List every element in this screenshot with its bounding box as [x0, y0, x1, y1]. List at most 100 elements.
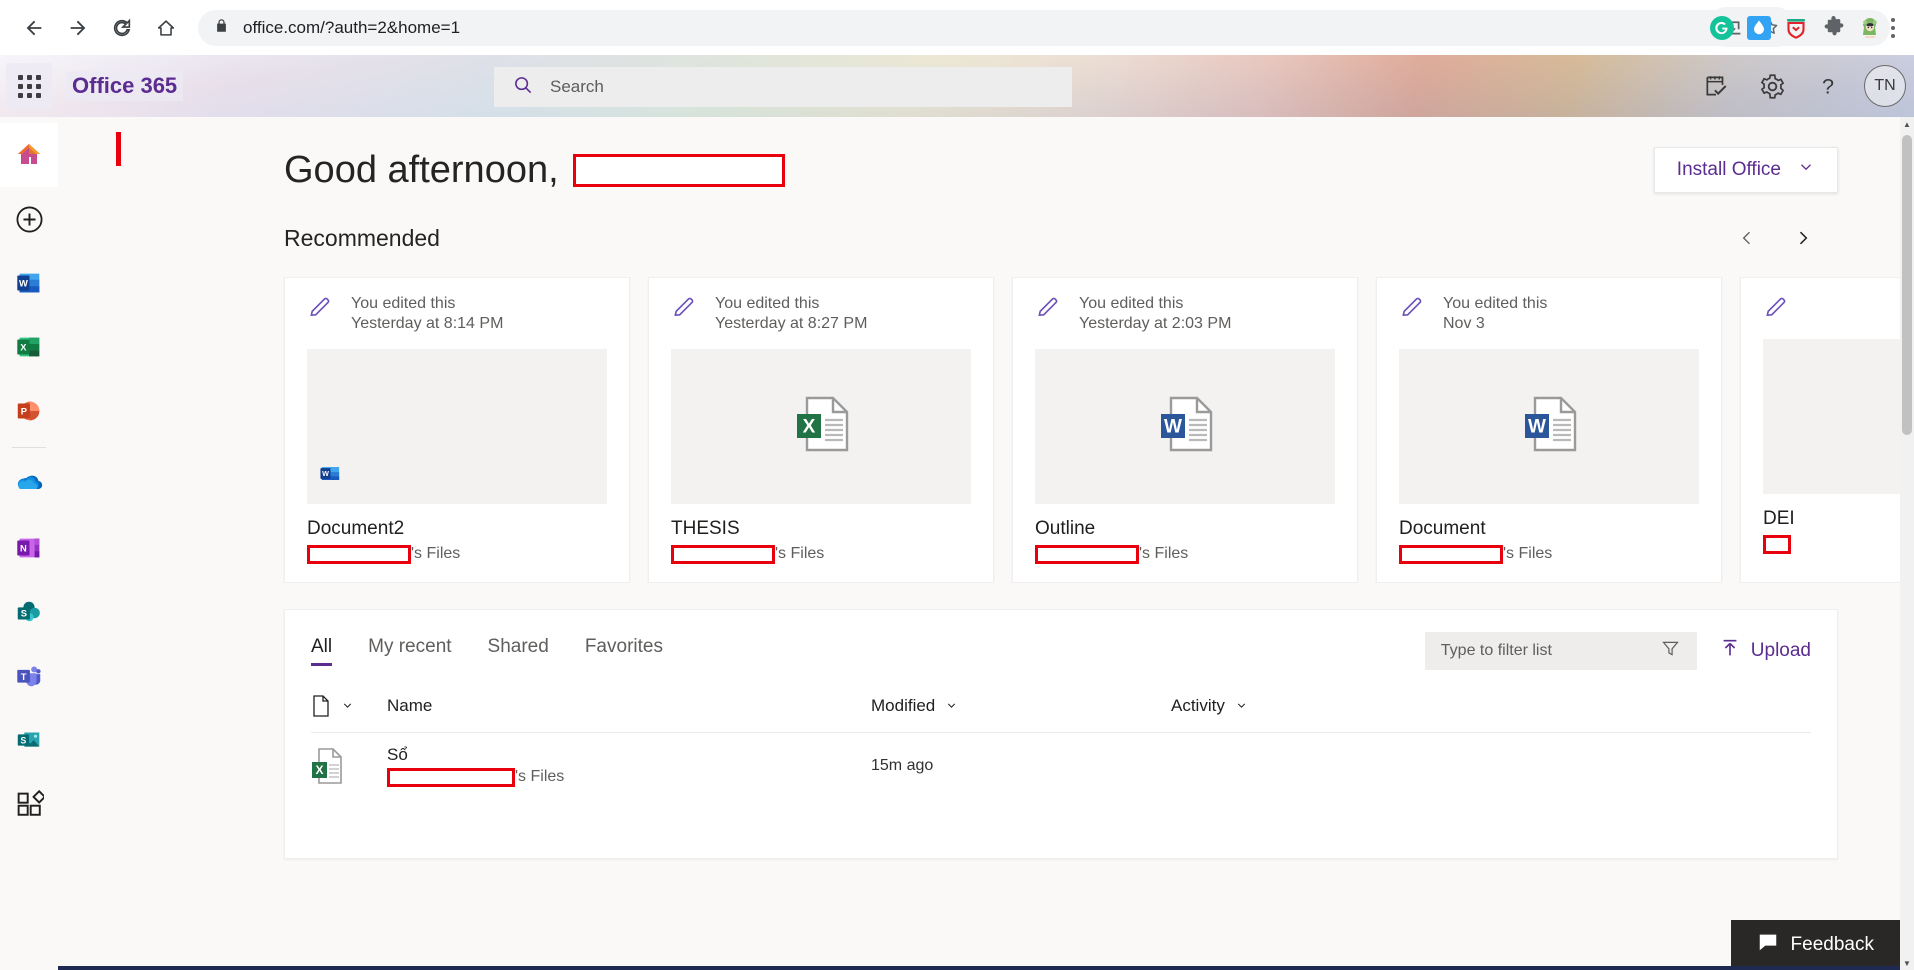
recommended-header-row: Recommended: [58, 193, 1900, 255]
svg-text:T: T: [21, 672, 27, 682]
carousel-next-button[interactable]: [1786, 221, 1820, 255]
column-file-type[interactable]: [311, 694, 387, 718]
rail-divider: [12, 447, 46, 448]
word-file-thumbnail-icon: W: [1501, 376, 1597, 477]
column-activity[interactable]: Activity: [1171, 696, 1371, 716]
sidebar-item-excel[interactable]: X: [0, 315, 58, 379]
browser-toolbar: office.com/?auth=2&home=1: [0, 0, 1914, 55]
pencil-edit-icon: [1763, 294, 1789, 325]
table-row[interactable]: X Sổ 's Files 15m ago: [311, 733, 1811, 799]
tab-all[interactable]: All: [311, 636, 333, 666]
card-activity-line1: You edited this: [1443, 295, 1548, 312]
upload-button[interactable]: Upload: [1719, 637, 1811, 665]
word-badge-icon: W: [319, 462, 342, 490]
browser-nav-buttons: [14, 8, 186, 48]
onenote-icon: N: [17, 538, 40, 558]
tab-my-recent[interactable]: My recent: [368, 636, 451, 666]
app-launcher-waffle-icon[interactable]: [6, 63, 52, 109]
feedback-button[interactable]: Feedback: [1730, 920, 1900, 970]
extensions-puzzle-icon[interactable]: [1819, 14, 1847, 42]
sidebar-item-all-apps[interactable]: [0, 772, 58, 836]
sidebar-item-powerpoint[interactable]: P: [0, 379, 58, 443]
filter-input[interactable]: Type to filter list: [1424, 631, 1697, 670]
sidebar-item-sharepoint[interactable]: S: [0, 580, 58, 644]
sidebar-item-word[interactable]: W: [0, 251, 58, 315]
water-drop-extension-icon[interactable]: [1745, 14, 1773, 42]
back-button[interactable]: [14, 8, 54, 48]
word-icon: W: [17, 273, 40, 293]
tab-favorites[interactable]: Favorites: [585, 636, 663, 666]
greeting-row: Good afternoon, Install Office: [58, 117, 1900, 193]
row-file-owner: 's Files: [387, 767, 871, 787]
file-type-icon: [313, 695, 329, 717]
recommended-card[interactable]: You edited this Yesterday at 8:27 PM X T…: [648, 277, 994, 583]
help-icon[interactable]: ?: [1802, 60, 1854, 112]
files-tabs: All My recent Shared Favorites: [311, 636, 663, 666]
recommended-card[interactable]: You edited this Yesterday at 2:03 PM W O…: [1012, 277, 1358, 583]
search-placeholder: Search: [550, 77, 604, 96]
card-activity-time: Yesterday at 8:27 PM: [715, 315, 868, 333]
install-office-button[interactable]: Install Office: [1653, 147, 1838, 193]
search-input[interactable]: Search: [494, 67, 1072, 107]
filter-funnel-icon[interactable]: [1660, 638, 1681, 664]
home-icon: [18, 144, 40, 164]
card-activity-text: You edited this Nov 3: [1443, 294, 1547, 335]
sidebar-item-onedrive[interactable]: [0, 452, 58, 516]
card-owner-suffix: 's Files: [775, 545, 825, 563]
forward-button[interactable]: [58, 8, 98, 48]
svg-text:X: X: [20, 342, 27, 352]
chevron-left-icon: [1742, 231, 1750, 245]
column-modified[interactable]: Modified: [871, 696, 1171, 716]
recommended-title: Recommended: [284, 224, 440, 251]
scrollbar-thumb[interactable]: [1902, 135, 1912, 435]
row-file-icon: X: [311, 746, 387, 786]
page-scrollbar[interactable]: ▲ ▼: [1900, 117, 1914, 970]
column-name[interactable]: Name: [387, 696, 871, 716]
svg-text:W: W: [1164, 416, 1182, 437]
card-title: Document: [1399, 517, 1486, 539]
sidebar-item-onenote[interactable]: N: [0, 516, 58, 580]
recommended-card[interactable]: DEI: [1740, 277, 1900, 583]
svg-text:X: X: [315, 763, 323, 777]
sidebar-item-sway[interactable]: S: [0, 708, 58, 772]
teams-icon: T: [17, 666, 41, 687]
tab-shared[interactable]: Shared: [488, 636, 549, 666]
chevron-down-icon: [1237, 703, 1245, 709]
redacted-owner-name: [1035, 544, 1139, 564]
column-activity-label: Activity: [1171, 695, 1225, 715]
content-inner: Good afternoon, Install Office Recommend…: [58, 117, 1900, 859]
office-header: Office 365 Search ? TN: [0, 55, 1914, 117]
svg-text:?: ?: [1822, 74, 1834, 99]
sidebar-item-create[interactable]: [0, 187, 58, 251]
home-button[interactable]: [146, 8, 186, 48]
grammarly-extension-icon[interactable]: [1708, 14, 1736, 42]
extension-icons: [1708, 14, 1884, 42]
url-text: office.com/?auth=2&home=1: [243, 17, 461, 37]
sidebar-item-home[interactable]: [0, 123, 58, 187]
carousel-prev-button[interactable]: [1730, 221, 1764, 255]
redacted-user-name: [572, 153, 785, 187]
carousel-nav: [1730, 221, 1820, 255]
card-subtitle: 's Files: [1399, 544, 1699, 564]
reload-button[interactable]: [102, 8, 142, 48]
recommended-card[interactable]: You edited this Yesterday at 8:14 PM W D…: [284, 277, 630, 583]
recommended-card[interactable]: You edited this Nov 3 W Document 's File…: [1376, 277, 1722, 583]
row-file-name: Sổ: [387, 744, 408, 764]
files-panel: All My recent Shared Favorites Type to f…: [284, 608, 1838, 859]
address-bar[interactable]: office.com/?auth=2&home=1: [198, 9, 1890, 46]
files-tools: Type to filter list Upload: [1424, 631, 1811, 670]
three-dot-menu-icon[interactable]: [1878, 11, 1908, 45]
card-thumbnail: W: [1035, 348, 1335, 504]
card-activity-line1: You edited this: [1079, 295, 1184, 312]
tasks-icon[interactable]: [1690, 60, 1742, 112]
sidebar-item-teams[interactable]: T: [0, 644, 58, 708]
scroll-up-arrow[interactable]: ▲: [1900, 117, 1914, 131]
powerpoint-icon: P: [17, 401, 40, 421]
pocket-shield-extension-icon[interactable]: [1782, 14, 1810, 42]
card-thumbnail: [1763, 339, 1900, 494]
brand-office365[interactable]: Office 365: [66, 71, 184, 101]
all-apps-icon: [17, 789, 44, 816]
scroll-down-arrow[interactable]: ▼: [1900, 956, 1914, 970]
avatar[interactable]: TN: [1864, 65, 1906, 107]
gear-icon[interactable]: [1746, 60, 1798, 112]
